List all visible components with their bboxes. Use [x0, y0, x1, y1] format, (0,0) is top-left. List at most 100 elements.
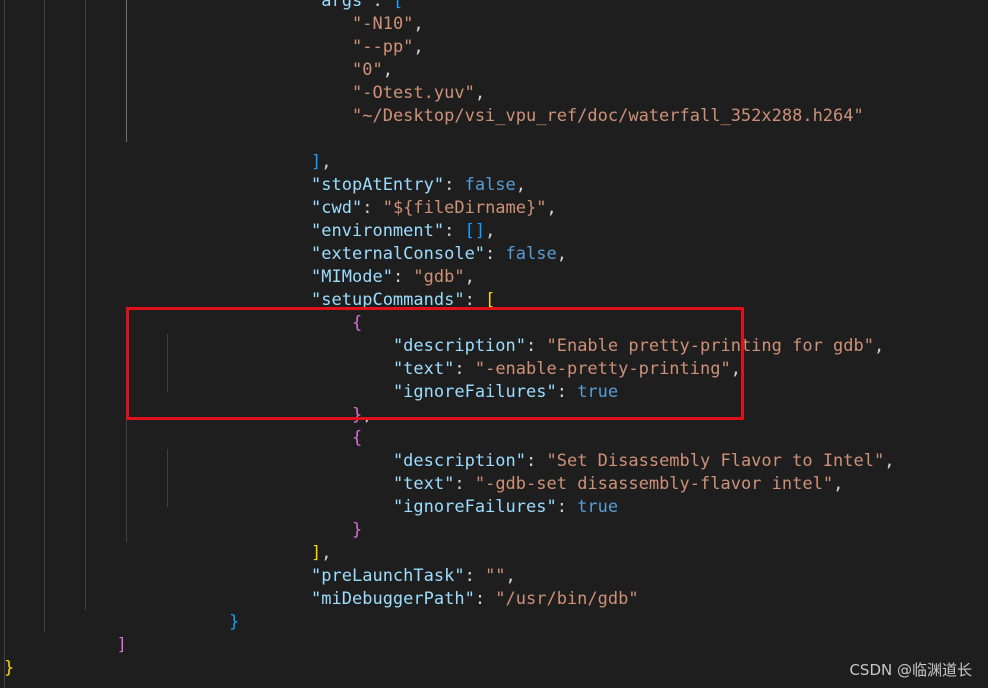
- code-token: "ignoreFailures": [392, 382, 557, 402]
- code-token: "0": [352, 60, 383, 80]
- code-token: ,: [321, 543, 332, 563]
- code-line[interactable]: [4, 128, 984, 151]
- code-line[interactable]: ]: [4, 634, 984, 657]
- code-token: []: [464, 221, 486, 241]
- code-token: ]: [311, 543, 322, 563]
- code-token: }: [229, 612, 240, 632]
- code-token: "args": [311, 0, 373, 11]
- code-token: "MIMode": [311, 267, 393, 287]
- code-token: ]: [116, 635, 127, 655]
- code-token: "-Otest.yuv": [352, 83, 475, 103]
- code-line[interactable]: "~/Desktop/vsi_vpu_ref/doc/waterfall_352…: [4, 105, 984, 128]
- code-line[interactable]: "ignoreFailures": true: [4, 496, 984, 519]
- code-token: ,: [464, 267, 475, 287]
- code-token: "description": [392, 336, 526, 356]
- code-line[interactable]: }: [4, 519, 984, 542]
- code-token: :: [444, 221, 465, 241]
- code-line[interactable]: "-N10",: [4, 13, 984, 36]
- code-line[interactable]: "--pp",: [4, 36, 984, 59]
- code-token: ,: [413, 37, 424, 57]
- code-token: "-gdb-set disassembly-flavor intel": [474, 474, 834, 494]
- code-token: "environment": [311, 221, 445, 241]
- code-line[interactable]: "description": "Enable pretty-printing f…: [4, 335, 984, 358]
- code-token: :: [444, 175, 465, 195]
- code-token: :: [464, 566, 486, 586]
- code-token: :: [474, 589, 496, 609]
- code-line[interactable]: "stopAtEntry": false,: [4, 174, 984, 197]
- code-line[interactable]: {: [4, 427, 984, 450]
- code-line[interactable]: }: [4, 611, 984, 634]
- code-token: "--pp": [352, 37, 414, 57]
- code-token: :: [464, 290, 486, 310]
- code-token: "gdb": [413, 267, 465, 287]
- code-line[interactable]: "preLaunchTask": "",: [4, 565, 984, 588]
- code-token: }: [352, 405, 363, 425]
- code-line[interactable]: "ignoreFailures": true: [4, 381, 984, 404]
- code-line[interactable]: "description": "Set Disassembly Flavor t…: [4, 450, 984, 473]
- code-line[interactable]: "miDebuggerPath": "/usr/bin/gdb": [4, 588, 984, 611]
- code-token: [: [392, 0, 404, 11]
- code-token: {: [352, 313, 363, 333]
- code-line[interactable]: ],: [4, 542, 984, 565]
- code-token: ,: [413, 14, 424, 34]
- code-line[interactable]: "text": "-enable-pretty-printing",: [4, 358, 984, 381]
- code-line[interactable]: {: [4, 312, 984, 335]
- code-token: "Enable pretty-printing for gdb": [546, 336, 874, 356]
- code-token: ,: [730, 359, 741, 379]
- code-line[interactable]: "0",: [4, 59, 984, 82]
- code-line[interactable]: "cwd": "${fileDirname}",: [4, 197, 984, 220]
- code-token: }: [4, 658, 15, 678]
- code-token: "text": [392, 359, 455, 379]
- code-token: "-N10": [352, 14, 414, 34]
- code-line[interactable]: ],: [4, 151, 984, 174]
- code-editor[interactable]: "args": [ "-N10", "--pp", "0", "-Otest.y…: [0, 0, 988, 688]
- code-token: :: [454, 359, 475, 379]
- code-line[interactable]: }: [4, 657, 984, 680]
- code-token: "-enable-pretty-printing": [474, 359, 731, 379]
- code-token: ,: [362, 405, 373, 425]
- code-token: "~/Desktop/vsi_vpu_ref/doc/waterfall_352…: [352, 106, 864, 126]
- code-token: :: [372, 0, 393, 11]
- code-token: :: [526, 336, 547, 356]
- code-line[interactable]: "environment": [],: [4, 220, 984, 243]
- code-lines[interactable]: "args": [ "-N10", "--pp", "0", "-Otest.y…: [4, 0, 984, 680]
- code-token: :: [454, 474, 475, 494]
- code-token: }: [352, 520, 363, 540]
- code-line[interactable]: },: [4, 404, 984, 427]
- code-token: :: [485, 244, 506, 264]
- code-line[interactable]: "-Otest.yuv",: [4, 82, 984, 105]
- code-line[interactable]: "MIMode": "gdb",: [4, 266, 984, 289]
- code-line[interactable]: "externalConsole": false,: [4, 243, 984, 266]
- code-line[interactable]: "setupCommands": [: [4, 289, 984, 312]
- code-token: :: [556, 497, 578, 517]
- code-line[interactable]: "args": [: [4, 0, 984, 13]
- code-line[interactable]: "text": "-gdb-set disassembly-flavor int…: [4, 473, 984, 496]
- code-token: "preLaunchTask": [311, 566, 465, 586]
- code-token: ,: [874, 336, 885, 356]
- code-token: {: [352, 428, 363, 448]
- code-token: "ignoreFailures": [392, 497, 557, 517]
- code-token: [: [485, 290, 496, 310]
- code-token: :: [392, 267, 414, 287]
- code-token: :: [556, 382, 578, 402]
- code-token: "text": [392, 474, 455, 494]
